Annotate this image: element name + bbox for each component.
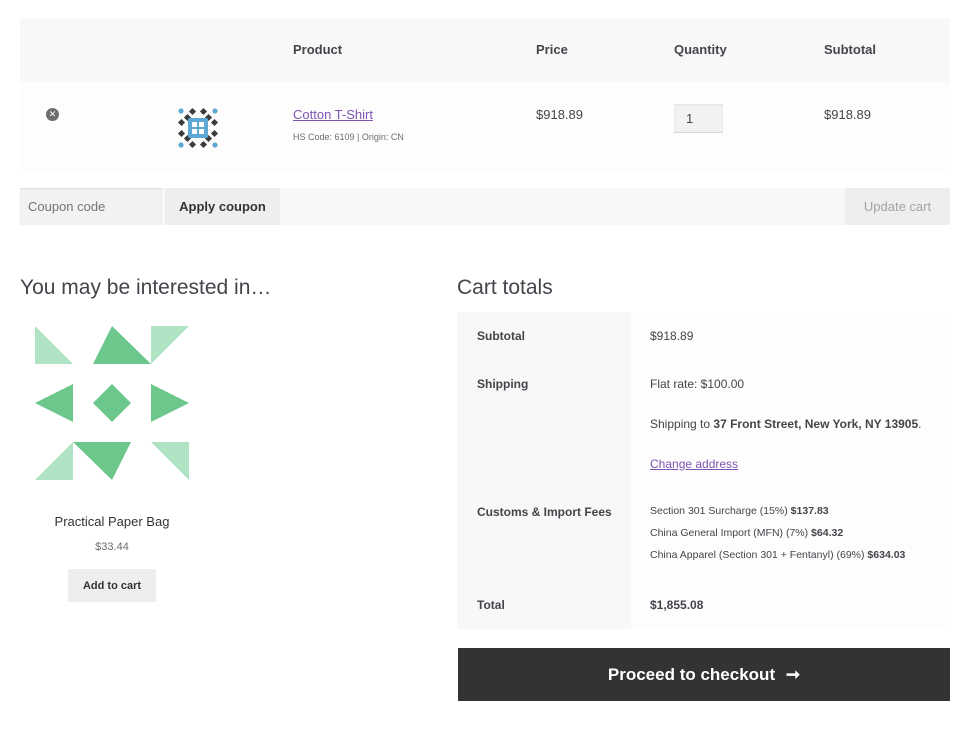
shipping-address: 37 Front Street, New York, NY 13905 bbox=[713, 417, 919, 431]
coupon-code-input[interactable] bbox=[20, 188, 162, 225]
item-price: $918.89 bbox=[536, 107, 583, 122]
subtotal-label-cell: Subtotal bbox=[457, 312, 631, 360]
shipping-value-cell: Flat rate: $100.00 Shipping to 37 Front … bbox=[631, 360, 950, 488]
shipping-rate: Flat rate: $100.00 bbox=[650, 377, 745, 391]
cart-totals-title: Cart totals bbox=[457, 276, 553, 299]
shipping-destination: Shipping to 37 Front Street, New York, N… bbox=[650, 417, 922, 431]
total-label: Total bbox=[477, 598, 505, 612]
shipping-label-cell: Shipping bbox=[457, 360, 631, 488]
proceed-to-checkout-button[interactable]: Proceed to checkout ➞ bbox=[458, 648, 950, 701]
fees-value-cell: Section 301 Surcharge (15%) $137.83 Chin… bbox=[631, 488, 950, 580]
cross-sell-product-name[interactable]: Practical Paper Bag bbox=[20, 514, 204, 529]
header-price: Price bbox=[536, 42, 568, 57]
fee-line: Section 301 Surcharge (15%) $137.83 bbox=[650, 505, 829, 517]
checkout-label: Proceed to checkout bbox=[607, 664, 776, 684]
subtotal-value: $918.89 bbox=[650, 329, 694, 343]
cross-sell-product-price: $33.44 bbox=[95, 541, 129, 553]
fee-line: China General Import (MFN) (7%) $64.32 bbox=[650, 527, 844, 539]
fee-line: China Apparel (Section 301 + Fentanyl) (… bbox=[650, 549, 906, 561]
product-thumbnail[interactable] bbox=[177, 107, 219, 149]
subtotal-value-cell: $918.89 bbox=[631, 312, 950, 360]
apply-coupon-button[interactable]: Apply coupon bbox=[165, 188, 280, 225]
header-quantity: Quantity bbox=[674, 42, 727, 57]
item-subtotal: $918.89 bbox=[824, 107, 871, 122]
shipping-label: Shipping bbox=[477, 377, 529, 391]
fees-label: Customs & Import Fees bbox=[477, 505, 612, 519]
header-product: Product bbox=[293, 42, 343, 57]
close-circle-icon[interactable]: ✕ bbox=[46, 108, 59, 121]
fees-label-cell: Customs & Import Fees bbox=[457, 488, 631, 580]
arrow-right-icon: ➞ bbox=[785, 664, 801, 684]
product-meta: HS Code: 6109 | Origin: CN bbox=[293, 132, 404, 142]
cart-actions: Apply coupon Update cart bbox=[20, 188, 950, 225]
total-value: $1,855.08 bbox=[650, 598, 704, 612]
cart-item-row: ✕ Cotton T-Shirt HS Code: 6109 | Origin: bbox=[20, 82, 950, 172]
cross-sells-title: You may be interested in… bbox=[20, 276, 272, 299]
subtotal-label: Subtotal bbox=[477, 329, 525, 343]
cart-table-header: Product Price Quantity Subtotal bbox=[20, 18, 950, 82]
cross-sell-product-image[interactable] bbox=[35, 326, 189, 480]
product-name-link[interactable]: Cotton T-Shirt bbox=[293, 107, 373, 122]
add-to-cart-button[interactable]: Add to cart bbox=[68, 569, 156, 602]
update-cart-button[interactable]: Update cart bbox=[845, 188, 950, 225]
total-label-cell: Total bbox=[457, 580, 631, 629]
quantity-input[interactable] bbox=[674, 104, 723, 133]
change-address-link[interactable]: Change address bbox=[650, 457, 738, 471]
total-value-cell: $1,855.08 bbox=[631, 580, 950, 629]
header-subtotal: Subtotal bbox=[824, 42, 876, 57]
